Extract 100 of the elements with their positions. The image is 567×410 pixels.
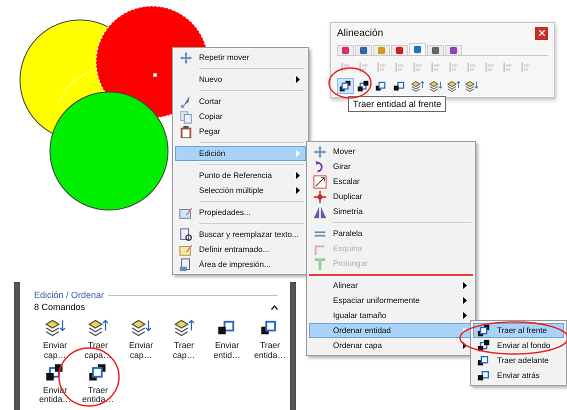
command-button[interactable]: Enviar entid… — [206, 318, 248, 361]
squares-icon — [375, 80, 388, 92]
close-button[interactable] — [535, 26, 548, 40]
order-button[interactable] — [445, 78, 462, 94]
menu-item-icon — [179, 242, 193, 256]
menu-item-icon — [477, 338, 491, 352]
square-icon — [377, 46, 386, 55]
toolbar-tab[interactable] — [427, 45, 444, 55]
squares-icon — [357, 80, 370, 92]
layers-icon — [174, 318, 194, 338]
menu-item[interactable]: Simetría — [309, 204, 473, 219]
menu-item[interactable]: Espaciar uniformemente — [309, 293, 473, 308]
align-icon — [339, 60, 352, 74]
menu-item-icon — [477, 324, 491, 338]
menu-item[interactable]: Definir entramado... — [175, 242, 306, 257]
menu-item[interactable]: Repetir mover — [175, 50, 306, 65]
selection-handle[interactable] — [152, 72, 158, 78]
toolbar-tab[interactable] — [445, 45, 462, 55]
menu-item[interactable]: Enviar al fondo — [473, 338, 564, 353]
panel-title: Alineación — [337, 28, 384, 38]
menu-item[interactable]: Alinear — [309, 278, 473, 293]
layers-icon — [131, 318, 151, 338]
command-button[interactable]: Enviar cap… — [120, 318, 162, 361]
order-button[interactable] — [337, 78, 354, 94]
menu-item[interactable]: Copiar — [175, 109, 306, 124]
square-icon — [449, 46, 458, 55]
squares-icon — [339, 80, 352, 92]
align-icon — [375, 60, 388, 74]
command-count: 8 Comandos — [34, 302, 86, 312]
square-icon — [431, 46, 440, 55]
layers-icon — [429, 80, 442, 92]
menu-item[interactable]: Pegar — [175, 124, 306, 139]
menu-item[interactable]: Paralela — [309, 226, 473, 241]
menu-item[interactable]: Cortar — [175, 94, 306, 109]
menu-item-icon — [313, 256, 327, 270]
menu-item[interactable]: Propiedades... — [175, 205, 306, 220]
layers-icon — [88, 318, 108, 338]
toolbar-tab[interactable] — [409, 43, 426, 55]
menu-item-icon — [179, 110, 193, 124]
menu-item[interactable]: Mover — [309, 144, 473, 159]
align-icon — [411, 60, 424, 74]
menu-item-icon — [313, 174, 327, 188]
order-button[interactable] — [409, 78, 426, 94]
square-icon — [341, 46, 350, 55]
menu-item-icon — [313, 144, 327, 158]
toolbar-tab[interactable] — [337, 45, 354, 55]
menu-item[interactable]: Igualar tamaño — [309, 308, 473, 323]
square-icon — [359, 46, 368, 55]
menu-item-icon — [179, 50, 193, 64]
align-icon — [447, 60, 460, 74]
menu-item[interactable]: Área de impresión... — [175, 257, 306, 272]
order-button[interactable] — [427, 78, 444, 94]
layers-icon — [411, 80, 424, 92]
menu-item[interactable]: Edición — [175, 146, 306, 161]
layers-icon — [45, 318, 65, 338]
toolbar-tab[interactable] — [391, 45, 408, 55]
menu-item[interactable]: Punto de Referencia — [175, 168, 306, 183]
tooltip: Traer entidad al frente — [348, 96, 446, 112]
squares-icon — [393, 80, 406, 92]
menu-item[interactable]: Ordenar capa — [309, 338, 473, 353]
align-icon — [429, 60, 442, 74]
collapse-icon[interactable] — [271, 304, 278, 310]
dashed-outline — [58, 70, 96, 106]
menu-item-icon — [179, 206, 193, 220]
menu-item[interactable]: Enviar atrás — [473, 368, 564, 383]
command-button[interactable]: Traer cap… — [163, 318, 205, 361]
align-icon — [501, 60, 514, 74]
menu-item-icon — [179, 258, 193, 272]
menu-item-icon — [477, 368, 491, 382]
menu-item[interactable]: Traer adelante — [473, 353, 564, 368]
group-heading: Edición / Ordenar — [34, 290, 104, 300]
align-icon — [465, 60, 478, 74]
menu-item-icon — [477, 354, 491, 368]
align-icon — [483, 60, 496, 74]
align-icon — [357, 60, 370, 74]
toolbar-tab[interactable] — [355, 45, 372, 55]
menu-item[interactable]: Duplicar — [309, 189, 473, 204]
align-icon — [393, 60, 406, 74]
close-icon — [538, 30, 544, 36]
command-button[interactable]: Enviar cap… — [34, 318, 76, 361]
menu-item[interactable]: Escalar — [309, 174, 473, 189]
layers-icon — [447, 80, 460, 92]
menu-item[interactable]: Selección múltiple — [175, 183, 306, 198]
command-button[interactable]: Traer entida… — [249, 318, 291, 361]
order-button[interactable] — [463, 78, 480, 94]
square-icon — [413, 45, 422, 54]
square-icon — [395, 46, 404, 55]
menu-item-icon — [313, 190, 327, 204]
menu-item-icon — [179, 124, 193, 138]
menu-item[interactable]: Buscar y reemplazar texto... — [175, 227, 306, 242]
menu-item[interactable]: Nuevo — [175, 72, 306, 87]
menu-item[interactable]: Girar — [309, 159, 473, 174]
align-icon — [519, 60, 532, 74]
squares-icon — [88, 362, 108, 383]
menu-item-icon — [313, 204, 327, 218]
annotation-circle — [327, 66, 373, 100]
squares-icon — [45, 362, 65, 383]
layers-icon — [465, 80, 478, 92]
menu-item[interactable]: Traer al frente — [473, 323, 564, 338]
menu-item[interactable]: Ordenar entidad — [309, 323, 473, 338]
